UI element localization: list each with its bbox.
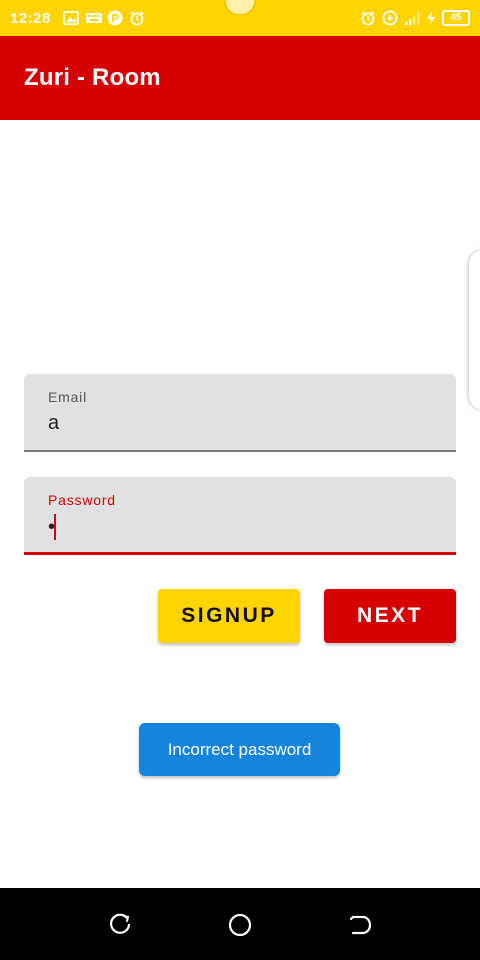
battery-icon: 45 [442,10,470,26]
back-icon[interactable] [347,912,373,938]
toast-message: Incorrect password [139,723,340,776]
plus-circle-icon [382,10,398,26]
email-label: Email [48,389,88,405]
password-label: Password [48,492,116,508]
email-field[interactable]: Email a [24,374,456,452]
alarm-icon [129,10,145,26]
image-icon [62,10,79,26]
app-bar: Zuri - Room [0,36,480,120]
screen: 12:28 P 45 Zuri - Room Email a Password … [0,0,480,960]
system-nav-bar [0,888,480,960]
signup-button[interactable]: SIGNUP [158,589,300,643]
recent-apps-icon[interactable] [107,912,133,938]
next-button[interactable]: NEXT [324,589,456,643]
status-time: 12:28 [10,9,51,27]
edge-panel-handle[interactable] [469,250,480,410]
alarm-icon [360,10,376,26]
p-icon: P [107,10,123,26]
status-bar-right: 45 [360,10,470,26]
keyboard-icon [85,10,102,26]
charging-icon [426,10,436,26]
text-cursor [54,514,56,540]
page-title: Zuri - Room [24,64,161,91]
svg-text:P: P [111,12,119,26]
password-field[interactable]: Password • [24,477,456,555]
status-bar-left: 12:28 P [10,10,145,27]
home-icon[interactable] [227,912,253,938]
email-input[interactable]: a [48,412,428,440]
signal-icon [404,10,420,26]
